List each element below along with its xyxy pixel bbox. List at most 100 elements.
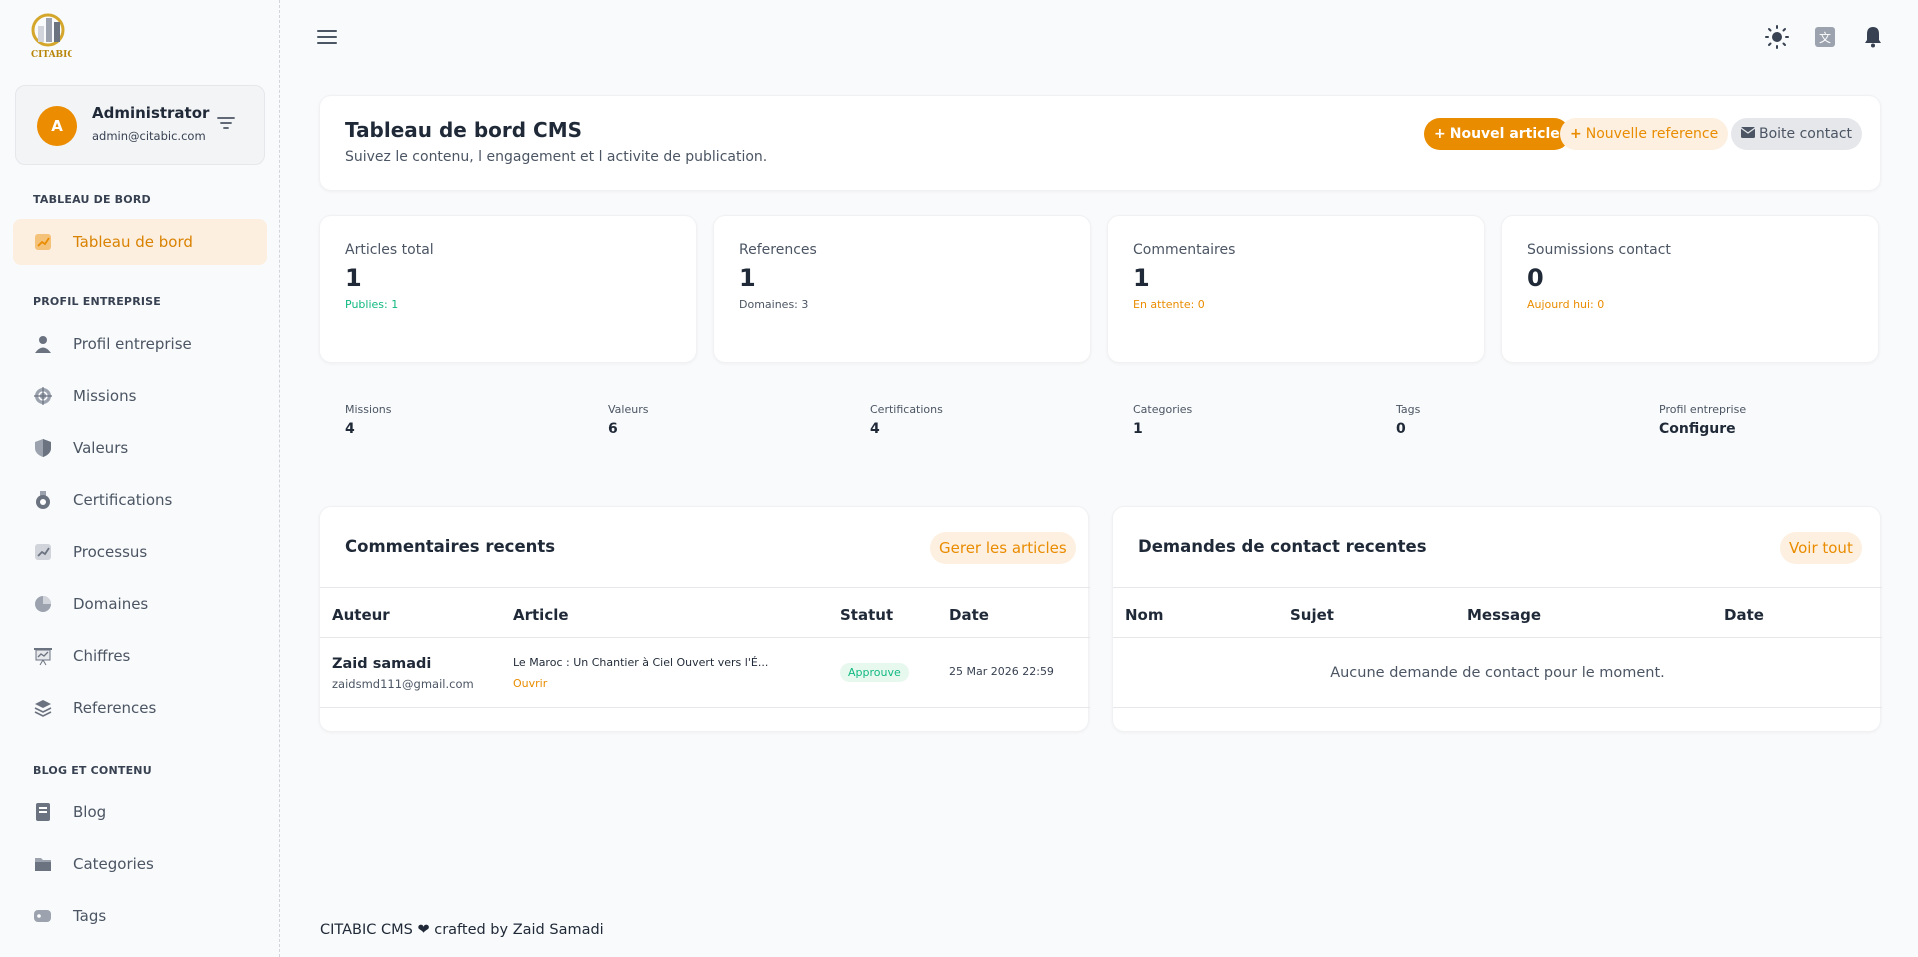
stat-label: Commentaires — [1133, 242, 1236, 258]
tag-icon — [33, 906, 53, 926]
sidebar-item-blog[interactable]: Blog — [13, 789, 267, 835]
page-title: Tableau de bord CMS — [345, 118, 583, 142]
panel-title: Demandes de contact recentes — [1138, 537, 1427, 556]
user-icon — [33, 334, 53, 354]
sidebar-item-label: Tableau de bord — [73, 233, 193, 251]
mini-stat-label: Certifications — [870, 403, 943, 416]
stat-label: References — [739, 242, 817, 258]
column-header[interactable]: Nom — [1125, 606, 1164, 624]
comment-author: Zaid samadi — [332, 656, 432, 672]
column-header[interactable]: Sujet — [1290, 606, 1334, 624]
sidebar-item-label: Certifications — [73, 491, 173, 509]
sidebar-item-label: Processus — [73, 543, 148, 561]
plus-icon: + — [1434, 126, 1446, 142]
column-header[interactable]: Article — [513, 606, 569, 624]
new-article-button[interactable]: + Nouvel article — [1424, 118, 1570, 150]
panel-title: Commentaires recents — [345, 537, 556, 556]
bell-icon[interactable] — [1861, 25, 1885, 49]
empty-row: Aucune demande de contact pour le moment… — [1113, 638, 1882, 708]
contact-box-button[interactable]: Boite contact — [1731, 118, 1863, 150]
presentation-icon — [33, 646, 53, 666]
new-reference-button[interactable]: + Nouvelle reference — [1560, 118, 1729, 150]
table-row: Zaid samadi zaidsmd111@gmail.com Le Maro… — [320, 638, 1090, 708]
target-icon — [33, 386, 53, 406]
sidebar-item-label: References — [73, 699, 157, 717]
sidebar-item-valeurs[interactable]: Valeurs — [13, 425, 267, 471]
mini-stat-value: 4 — [345, 421, 355, 437]
layers-icon — [33, 698, 53, 718]
stat-sub: En attente: 0 — [1133, 298, 1205, 311]
recent-comments-panel: Commentaires recents Gerer les articles … — [319, 506, 1090, 732]
envelope-icon — [1740, 126, 1756, 142]
sidebar-item-label: Missions — [73, 387, 137, 405]
brand-logo[interactable]: CITABIC — [30, 10, 75, 62]
footer-text: CITABIC CMS ❤ crafted by Zaid Samadi — [320, 922, 604, 938]
mini-stat-value: 6 — [608, 421, 618, 437]
sidebar-item-tags[interactable]: Tags — [13, 893, 267, 939]
sidebar-item-label: Categories — [73, 855, 154, 873]
sidebar-item-label: Valeurs — [73, 439, 129, 457]
sidebar-item-label: Tags — [73, 907, 107, 925]
medal-icon — [33, 490, 53, 510]
column-header[interactable]: Statut — [840, 606, 893, 624]
filter-icon[interactable] — [216, 114, 236, 132]
menu-toggle-icon[interactable] — [316, 28, 338, 46]
stat-card-references: References 1 Domaines: 3 — [713, 215, 1091, 363]
section-title-profil: PROFIL ENTREPRISE — [33, 295, 161, 308]
sidebar-item-profil-entreprise[interactable]: Profil entreprise — [13, 321, 267, 367]
mini-stat-label: Tags — [1396, 403, 1421, 416]
comment-article[interactable]: Le Maroc : Un Chantier à Ciel Ouvert ver… — [513, 656, 768, 669]
comment-date: 25 Mar 2026 22:59 — [949, 665, 1054, 678]
column-header[interactable]: Date — [1724, 606, 1764, 624]
user-card[interactable]: A Administrator admin@citabic.com — [15, 85, 265, 165]
recent-contacts-panel: Demandes de contact recentes Voir tout N… — [1112, 506, 1882, 732]
stat-label: Soumissions contact — [1527, 242, 1671, 258]
mini-stat-valeurs: Valeurs 6 — [608, 403, 648, 437]
mini-stat-label: Profil entreprise — [1659, 403, 1747, 416]
column-header[interactable]: Message — [1467, 606, 1541, 624]
plus-icon: + — [1570, 126, 1582, 142]
contact-box-label: Boite contact — [1759, 126, 1853, 142]
chart-icon — [33, 232, 53, 252]
sidebar-item-missions[interactable]: Missions — [13, 373, 267, 419]
stat-card-articles: Articles total 1 Publies: 1 — [319, 215, 697, 363]
stat-sub: Domaines: 3 — [739, 298, 809, 311]
open-article-link[interactable]: Ouvrir — [513, 677, 547, 690]
mini-stat-value: 0 — [1396, 421, 1406, 437]
user-name: Administrator — [92, 104, 210, 122]
chart-icon — [33, 542, 53, 562]
new-article-label: Nouvel article — [1449, 126, 1560, 142]
mini-stat-profil: Profil entreprise Configure — [1659, 403, 1746, 437]
mini-stat-missions: Missions 4 — [345, 403, 392, 437]
page-subtitle: Suivez le contenu, l engagement et l act… — [345, 149, 768, 165]
status-badge: Approuve — [840, 663, 909, 682]
column-header[interactable]: Date — [949, 606, 989, 624]
stat-label: Articles total — [345, 242, 434, 258]
sidebar-item-label: Domaines — [73, 595, 149, 613]
column-header[interactable]: Auteur — [332, 606, 390, 624]
language-icon-glyph: 文 — [1819, 30, 1831, 45]
stat-card-contact: Soumissions contact 0 Aujourd hui: 0 — [1501, 215, 1879, 363]
stat-sub: Aujourd hui: 0 — [1527, 298, 1605, 311]
sidebar-item-certifications[interactable]: Certifications — [13, 477, 267, 523]
sidebar-item-references[interactable]: References — [13, 685, 267, 731]
sidebar-item-processus[interactable]: Processus — [13, 529, 267, 575]
folder-icon — [33, 854, 53, 874]
stat-value: 1 — [739, 264, 756, 292]
language-icon[interactable]: 文 — [1813, 25, 1837, 49]
mini-stat-label: Missions — [345, 403, 392, 416]
user-email: admin@citabic.com — [92, 129, 206, 143]
view-all-button[interactable]: Voir tout — [1780, 532, 1862, 564]
sun-icon[interactable] — [1765, 25, 1789, 49]
table-header: Auteur Article Statut Date — [320, 587, 1090, 638]
sidebar-item-label: Blog — [73, 803, 107, 821]
section-title-dashboard: TABLEAU DE BORD — [33, 193, 151, 206]
sidebar-item-categories[interactable]: Categories — [13, 841, 267, 887]
mini-stat-value: 1 — [1133, 421, 1143, 437]
sidebar-item-domaines[interactable]: Domaines — [13, 581, 267, 627]
sidebar-item-tableau-de-bord[interactable]: Tableau de bord — [13, 219, 267, 265]
sidebar-item-label: Profil entreprise — [73, 335, 192, 353]
sidebar-item-chiffres[interactable]: Chiffres — [13, 633, 267, 679]
manage-articles-button[interactable]: Gerer les articles — [930, 532, 1076, 564]
mini-stat-tags: Tags 0 — [1396, 403, 1420, 437]
